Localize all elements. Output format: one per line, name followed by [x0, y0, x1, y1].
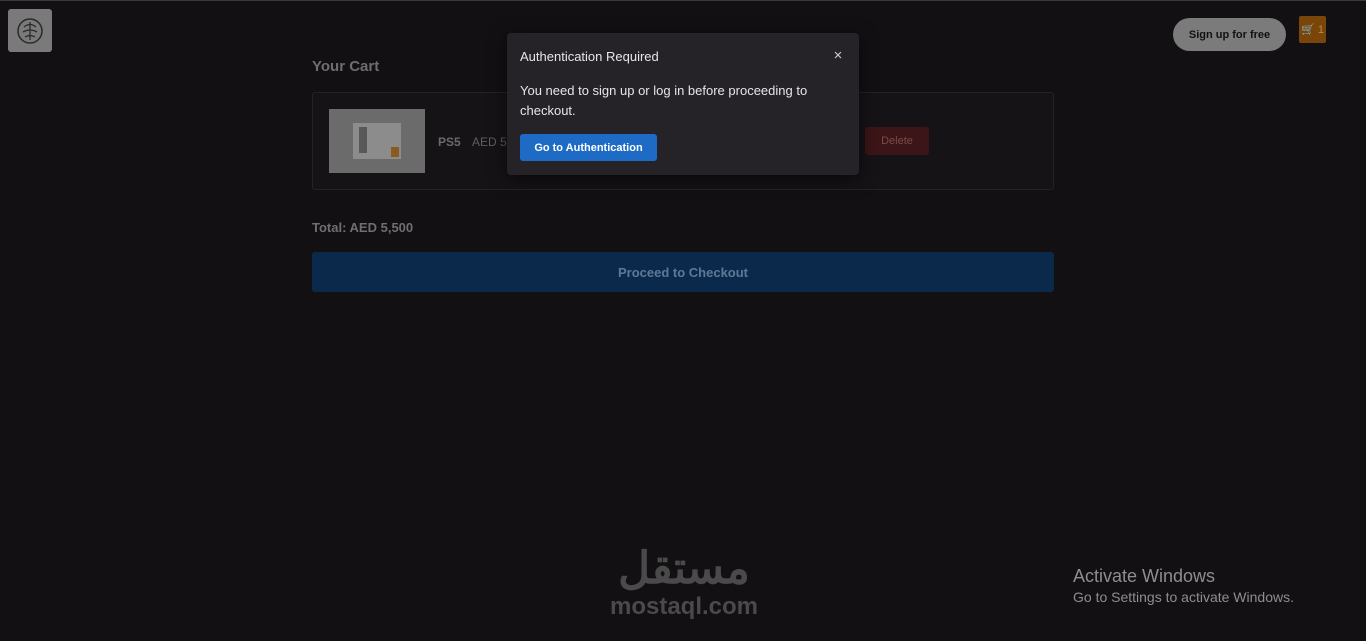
- top-border: [0, 0, 1366, 1]
- product-image: [329, 109, 425, 173]
- mostaql-watermark: مستقل mostaql.com: [594, 545, 774, 621]
- activate-windows-subtitle: Go to Settings to activate Windows.: [1073, 589, 1294, 605]
- watermark-arabic: مستقل: [618, 544, 750, 593]
- cart-total: Total: AED 5,500: [312, 220, 414, 235]
- box-label-graphic: [391, 147, 399, 157]
- delete-button[interactable]: Delete: [865, 127, 929, 155]
- cart-icon[interactable]: 🛒 1: [1299, 16, 1326, 43]
- signup-button[interactable]: Sign up for free: [1173, 18, 1286, 51]
- console-graphic: [359, 127, 367, 153]
- activate-windows-title: Activate Windows: [1073, 566, 1216, 586]
- auth-modal: Authentication Required × You need to si…: [507, 33, 859, 175]
- modal-title: Authentication Required: [520, 49, 659, 64]
- close-icon[interactable]: ×: [829, 47, 847, 65]
- brain-icon: [17, 17, 43, 44]
- modal-message: You need to sign up or log in before pro…: [520, 83, 808, 118]
- go-to-authentication-button[interactable]: Go to Authentication: [520, 134, 657, 161]
- watermark-latin: mostaql.com: [609, 593, 759, 620]
- activate-windows-notice: Activate Windows Go to Settings to activ…: [1073, 566, 1294, 605]
- brain-logo-icon[interactable]: [8, 9, 52, 52]
- page-title: Your Cart: [312, 58, 380, 75]
- product-name: PS5: [438, 135, 461, 149]
- checkout-button[interactable]: Proceed to Checkout: [312, 252, 1054, 292]
- product-price: AED 5: [472, 135, 507, 149]
